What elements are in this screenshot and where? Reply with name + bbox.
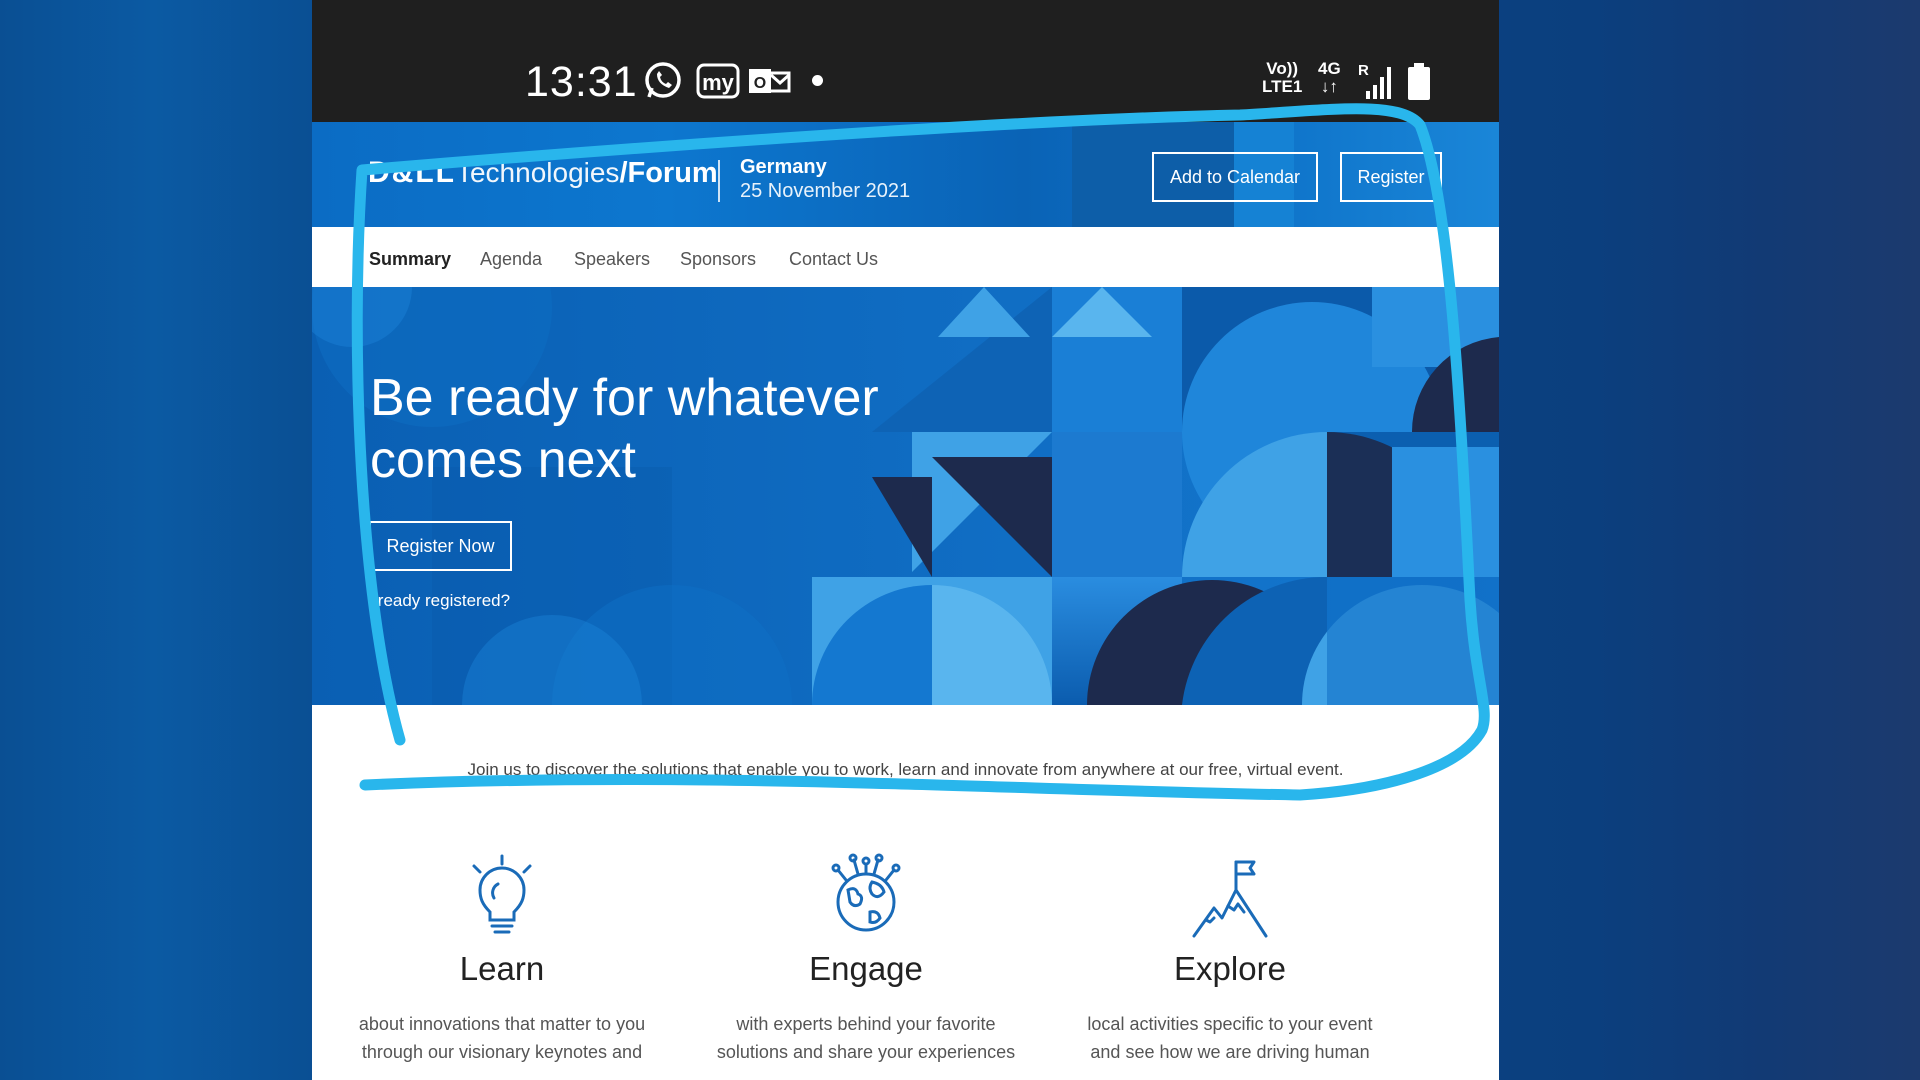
event-country: Germany xyxy=(740,156,827,178)
feature-description: with experts behind your favorite soluti… xyxy=(716,1014,1016,1062)
hero-title: Be ready for whatever comes next xyxy=(370,369,879,489)
feature-title: Engage xyxy=(809,950,923,987)
register-now-button[interactable]: Register Now xyxy=(369,521,512,571)
dot-icon xyxy=(812,75,823,86)
tab-speakers[interactable]: Speakers xyxy=(574,249,650,270)
my-app-icon: my xyxy=(696,60,740,102)
feature-engage: Engage with experts behind your favorite… xyxy=(696,850,1036,1066)
already-registered-link[interactable]: lready registered? xyxy=(374,591,510,611)
register-button[interactable]: Register xyxy=(1340,152,1442,202)
svg-text:R: R xyxy=(1358,62,1369,79)
volte-icon: Vo)) LTE1 xyxy=(1262,59,1303,96)
event-nav: Summary Agenda Speakers Sponsors Contact… xyxy=(312,227,1499,287)
lightbulb-icon xyxy=(472,854,532,934)
feature-description: local activities specific to your event … xyxy=(1087,1014,1373,1062)
site-header: D&LLTechnologies/Forum Germany 25 Novemb… xyxy=(312,122,1499,227)
status-time: 13:31 xyxy=(525,58,638,106)
feature-title: Learn xyxy=(459,950,545,987)
tab-contact-us[interactable]: Contact Us xyxy=(789,249,878,270)
whatsapp-icon xyxy=(642,60,684,102)
signal-icon: R xyxy=(1356,60,1396,102)
mountain-flag-icon xyxy=(1192,860,1268,938)
battery-icon xyxy=(1404,60,1434,102)
globe-network-icon xyxy=(831,853,901,932)
dell-technologies-forum-logo[interactable]: D&LLTechnologies/Forum xyxy=(368,156,718,190)
status-bar: 13:31 my O Vo)) LTE1 4G ↓↑ R xyxy=(312,0,1499,122)
svg-text:my: my xyxy=(702,70,735,95)
intro-text: Join us to discover the solutions that e… xyxy=(467,760,1344,779)
header-divider xyxy=(718,160,720,202)
tab-agenda[interactable]: Agenda xyxy=(480,249,542,270)
phone-screen: 13:31 my O Vo)) LTE1 4G ↓↑ R D&LLTechnol… xyxy=(312,0,1499,1080)
hero-banner: Be ready for whatever comes next Registe… xyxy=(312,287,1499,705)
4g-icon: 4G ↓↑ xyxy=(1318,59,1341,96)
feature-explore: Explore local activities specific to you… xyxy=(1060,850,1400,1066)
hero-geometric-pattern xyxy=(312,287,1499,705)
add-to-calendar-button[interactable]: Add to Calendar xyxy=(1152,152,1318,202)
feature-title: Explore xyxy=(1174,950,1286,987)
outlook-icon: O xyxy=(747,60,791,102)
tab-summary[interactable]: Summary xyxy=(369,249,451,270)
tab-sponsors[interactable]: Sponsors xyxy=(680,249,756,270)
feature-learn: Learn about innovations that matter to y… xyxy=(332,850,672,1066)
event-date: 25 November 2021 xyxy=(740,180,911,202)
feature-description: about innovations that matter to you thr… xyxy=(358,1014,646,1062)
svg-text:O: O xyxy=(754,75,766,92)
